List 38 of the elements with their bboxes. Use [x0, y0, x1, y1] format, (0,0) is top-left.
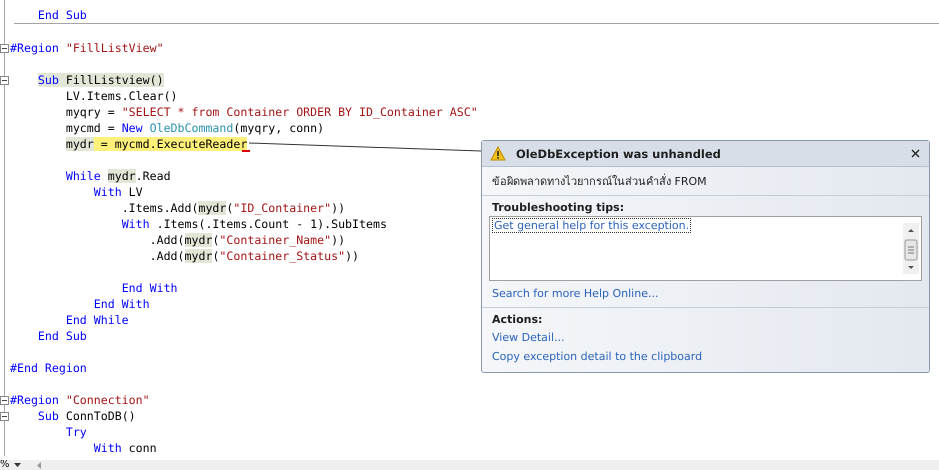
warning-icon: [490, 146, 506, 161]
action-link[interactable]: Copy exception detail to the clipboard: [488, 347, 706, 366]
collapse-icon[interactable]: [0, 396, 9, 405]
help-link[interactable]: Get general help for this exception.: [492, 218, 692, 233]
code-line: While mydr.Read: [64, 169, 171, 183]
code-line: mycmd = New OleDbCommand(myqry, conn): [64, 121, 324, 135]
collapse-icon[interactable]: [0, 44, 9, 53]
code-line: #Region "FillListView": [10, 41, 164, 55]
code-line: End While: [64, 313, 129, 327]
exception-message: ข้อผิดพลาดทางไวยากรณ์ในส่วนคำสั่ง FROM: [482, 167, 929, 196]
code-line: #End Region: [10, 361, 87, 375]
code-line: #Region "Connection": [10, 393, 150, 407]
code-line: Try: [64, 425, 87, 439]
code-line: LV.Items.Clear(): [64, 89, 178, 103]
code-line: With conn: [92, 441, 157, 455]
code-line: End Sub: [36, 8, 87, 22]
dropdown-icon[interactable]: [14, 463, 21, 467]
code-line: With LV: [92, 185, 143, 199]
close-icon[interactable]: [911, 149, 920, 158]
code-line: With .Items(.Items.Count - 1).SubItems: [120, 217, 387, 231]
code-line: End With: [92, 297, 150, 311]
code-line: .Items.Add(mydr("ID_Container")): [120, 201, 346, 215]
exception-title: OleDbException was unhandled: [516, 146, 722, 160]
code-line: .Add(mydr("Container_Name")): [148, 233, 346, 247]
action-link[interactable]: View Detail...: [488, 328, 568, 347]
scrollbar[interactable]: [903, 223, 919, 274]
code-line: End With: [120, 281, 178, 295]
code-line: .Add(mydr("Container_Status")): [148, 249, 360, 263]
code-line: Sub FillListview(): [36, 73, 164, 87]
code-line: Sub ConnToDB(): [36, 409, 136, 423]
code-line: myqry = "SELECT * from Container ORDER BY ID_Container ASC": [64, 105, 478, 119]
help-online-link[interactable]: Search for more Help Online...: [488, 285, 662, 300]
collapse-icon[interactable]: [0, 76, 9, 85]
collapse-icon[interactable]: [0, 412, 9, 421]
section-heading: Actions:: [491, 313, 542, 326]
section-heading: Troubleshooting tips:: [491, 201, 624, 214]
code-line: End Sub: [36, 329, 87, 343]
smart-tag-marker[interactable]: [242, 150, 250, 152]
